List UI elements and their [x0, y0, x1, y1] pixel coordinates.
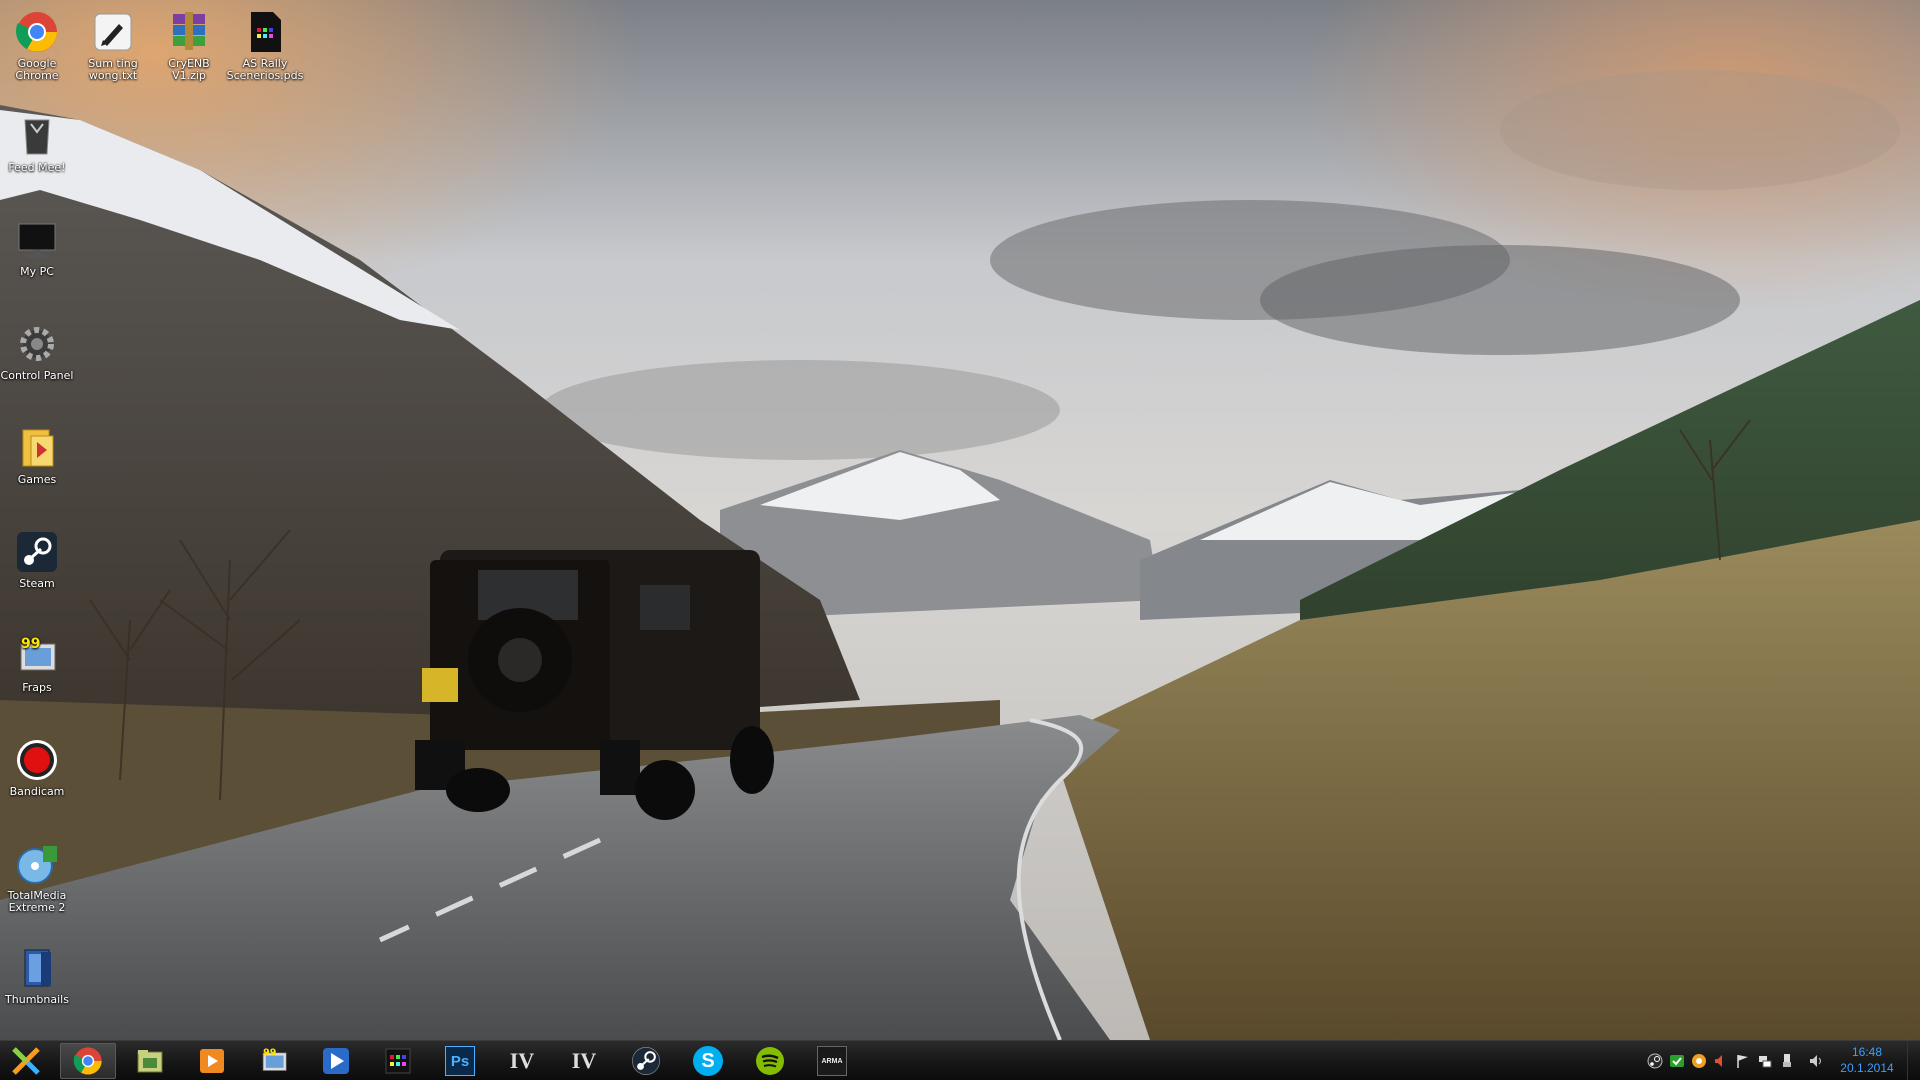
steam-tray-icon[interactable] — [1647, 1053, 1663, 1069]
svg-text:99: 99 — [21, 636, 40, 652]
usb-icon[interactable] — [1779, 1053, 1795, 1069]
control-panel-shortcut[interactable]: Control Panel — [0, 318, 76, 382]
show-desktop-button[interactable] — [1907, 1041, 1920, 1080]
pds-file-shortcut[interactable]: AS Rally Scenerios.pds — [226, 6, 304, 82]
arma-icon: ARMA — [817, 1046, 847, 1076]
steam-icon — [15, 530, 59, 574]
monitor-icon — [15, 218, 59, 262]
desktop-wallpaper — [0, 0, 1920, 1040]
icon-label: Fraps — [22, 681, 52, 694]
games-shortcut[interactable]: Games — [0, 422, 76, 486]
spotify-icon — [755, 1046, 785, 1076]
pds-file-icon — [383, 1046, 413, 1076]
icon-label: Control Panel — [0, 369, 74, 382]
gta-iv-icon: IV — [569, 1046, 599, 1076]
steam-icon — [631, 1046, 661, 1076]
text-file-shortcut[interactable]: Sum ting wong.txt — [74, 6, 152, 82]
taskbar-gta-iv-b[interactable]: IV — [556, 1043, 612, 1079]
zip-archive-shortcut[interactable]: CryENB V1.zip — [150, 6, 228, 82]
taskbar-pds[interactable] — [370, 1043, 426, 1079]
network-icon[interactable] — [1757, 1053, 1773, 1069]
chrome-icon — [15, 10, 59, 54]
start-button[interactable] — [0, 1043, 52, 1079]
flag-icon[interactable] — [1735, 1053, 1751, 1069]
icon-label: Steam — [19, 577, 55, 590]
google-chrome-shortcut[interactable]: Google Chrome — [0, 6, 76, 82]
taskbar: 99 Ps IV IV S ARMA 16:48 20.1.2014 — [0, 1040, 1920, 1080]
taskbar-chrome[interactable] — [60, 1043, 116, 1079]
volume-mute-icon[interactable] — [1713, 1053, 1729, 1069]
clock[interactable]: 16:48 20.1.2014 — [1832, 1044, 1902, 1076]
icon-label: Bandicam — [9, 785, 65, 798]
clock-date: 20.1.2014 — [1840, 1061, 1894, 1075]
taskbar-totalmedia[interactable] — [308, 1043, 364, 1079]
thumbnails-folder-icon — [15, 946, 59, 990]
icon-label: AS Rally Scenerios.pds — [226, 57, 304, 82]
taskbar-arma[interactable]: ARMA — [804, 1043, 860, 1079]
icon-label: TotalMedia Extreme 2 — [7, 889, 67, 914]
photoshop-icon: Ps — [445, 1046, 475, 1076]
taskbar-photoshop[interactable]: Ps — [432, 1043, 488, 1079]
icon-label: Games — [17, 473, 57, 486]
taskbar-skype[interactable]: S — [680, 1043, 736, 1079]
fraps-icon: 99 — [15, 634, 59, 678]
chrome-icon — [73, 1046, 103, 1076]
record-icon — [15, 738, 59, 782]
bandicam-shortcut[interactable]: Bandicam — [0, 734, 76, 798]
media-player-icon — [197, 1046, 227, 1076]
arma-icon-label: ARMA — [821, 1057, 843, 1065]
skype-icon: S — [693, 1046, 723, 1076]
system-tray — [1644, 1041, 1827, 1080]
gta-iv-icon-label: IV — [509, 1048, 535, 1073]
taskbar-media-player[interactable] — [184, 1043, 240, 1079]
play-icon — [321, 1046, 351, 1076]
gear-icon — [15, 322, 59, 366]
notepad-icon — [91, 10, 135, 54]
update-tray-icon[interactable] — [1691, 1053, 1707, 1069]
svg-text:99: 99 — [263, 1048, 277, 1059]
photoshop-icon-label: Ps — [450, 1052, 470, 1070]
taskbar-fraps[interactable]: 99 — [246, 1043, 302, 1079]
skype-icon-label: S — [701, 1049, 715, 1072]
feed-icon — [15, 114, 59, 158]
totalmedia-icon — [15, 842, 59, 886]
gta-iv-icon: IV — [507, 1046, 537, 1076]
steam-shortcut[interactable]: Steam — [0, 526, 76, 590]
thumbnails-shortcut[interactable]: Thumbnails — [0, 942, 76, 1006]
taskbar-steam[interactable] — [618, 1043, 674, 1079]
my-pc-shortcut[interactable]: My PC — [0, 214, 76, 278]
icon-label: Thumbnails — [5, 993, 69, 1006]
icon-label: Feed Mee! — [8, 161, 66, 174]
icon-label: Sum ting wong.txt — [88, 57, 138, 82]
icon-label: My PC — [20, 265, 54, 278]
security-tray-icon[interactable] — [1669, 1053, 1685, 1069]
start-x-icon — [11, 1046, 41, 1076]
folder-icon — [135, 1046, 165, 1076]
fraps-shortcut[interactable]: 99 Fraps — [0, 630, 76, 694]
speaker-icon[interactable] — [1808, 1053, 1824, 1069]
fraps-icon: 99 — [259, 1046, 289, 1076]
icon-label: Google Chrome — [15, 57, 59, 82]
games-folder-icon — [15, 426, 59, 470]
totalmedia-shortcut[interactable]: TotalMedia Extreme 2 — [0, 838, 76, 914]
taskbar-explorer[interactable] — [122, 1043, 178, 1079]
winrar-icon — [167, 10, 211, 54]
pds-file-icon — [243, 10, 287, 54]
icon-label: CryENB V1.zip — [168, 57, 210, 82]
taskbar-spotify[interactable] — [742, 1043, 798, 1079]
clock-time: 16:48 — [1851, 1045, 1883, 1059]
feed-mee-shortcut[interactable]: Feed Mee! — [0, 110, 76, 174]
gta-iv-icon-label: IV — [571, 1048, 597, 1073]
taskbar-gta-iv-a[interactable]: IV — [494, 1043, 550, 1079]
